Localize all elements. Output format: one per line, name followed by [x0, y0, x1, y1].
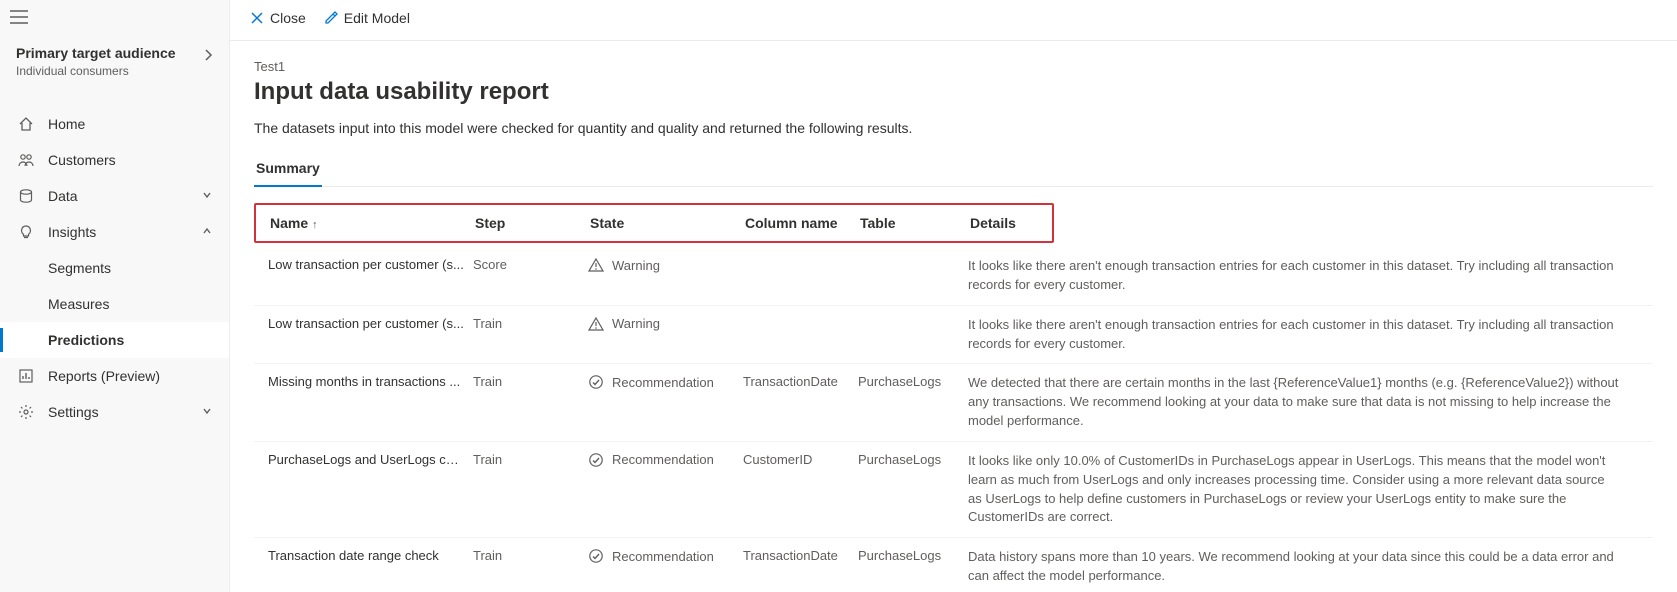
home-icon: [16, 116, 36, 132]
nav-reports-label: Reports (Preview): [48, 368, 160, 384]
toolbar: Close Edit Model: [230, 0, 1677, 41]
chevron-down-icon: [201, 188, 213, 204]
cell-column: CustomerID: [743, 452, 858, 467]
chevron-down-icon: [201, 404, 213, 420]
cell-step: Train: [473, 316, 588, 331]
sidebar: Primary target audience Individual consu…: [0, 0, 230, 592]
reports-icon: [16, 368, 36, 384]
cell-name: Transaction date range check: [268, 548, 473, 563]
gear-icon: [16, 404, 36, 420]
data-icon: [16, 188, 36, 204]
cell-step: Train: [473, 374, 588, 389]
col-header-column[interactable]: Column name: [745, 215, 860, 231]
breadcrumb: Test1: [254, 59, 1653, 74]
nav-predictions[interactable]: Predictions: [0, 322, 229, 358]
results-table-body: Low transaction per customer (s...ScoreW…: [254, 247, 1653, 592]
recommendation-icon: [588, 452, 604, 468]
cell-name: Low transaction per customer (s...: [268, 316, 473, 331]
nav-segments-label: Segments: [48, 260, 111, 276]
cell-details: Data history spans more than 10 years. W…: [968, 548, 1639, 586]
table-row[interactable]: Low transaction per customer (s...TrainW…: [254, 306, 1653, 365]
customers-icon: [16, 152, 36, 168]
warning-icon: [588, 257, 604, 273]
sort-asc-icon: ↑: [312, 219, 318, 231]
audience-subtitle: Individual consumers: [16, 64, 176, 78]
col-header-details[interactable]: Details: [970, 215, 1030, 231]
col-header-step[interactable]: Step: [475, 215, 590, 231]
col-header-state[interactable]: State: [590, 215, 745, 231]
tab-summary[interactable]: Summary: [254, 154, 322, 186]
cell-name: PurchaseLogs and UserLogs cus...: [268, 452, 473, 467]
hamburger-icon: [10, 10, 28, 24]
cell-name: Missing months in transactions ...: [268, 374, 473, 389]
nav-measures-label: Measures: [48, 296, 109, 312]
insights-icon: [16, 224, 36, 240]
cell-details: It looks like there aren't enough transa…: [968, 257, 1639, 295]
nav-reports[interactable]: Reports (Preview): [0, 358, 229, 394]
nav-measures[interactable]: Measures: [0, 286, 229, 322]
cell-state: Recommendation: [588, 548, 743, 564]
nav-customers[interactable]: Customers: [0, 142, 229, 178]
tab-summary-label: Summary: [256, 160, 320, 176]
edit-model-button[interactable]: Edit Model: [324, 10, 410, 26]
cell-step: Train: [473, 548, 588, 563]
page-title: Input data usability report: [254, 78, 1653, 106]
edit-icon: [324, 11, 338, 25]
cell-name: Low transaction per customer (s...: [268, 257, 473, 272]
audience-selector[interactable]: Primary target audience Individual consu…: [0, 30, 229, 88]
nav-predictions-label: Predictions: [48, 332, 124, 348]
cell-step: Score: [473, 257, 588, 272]
close-icon: [250, 11, 264, 25]
primary-nav: Home Customers Data: [0, 106, 229, 430]
nav-data[interactable]: Data: [0, 178, 229, 214]
nav-insights[interactable]: Insights: [0, 214, 229, 250]
table-row[interactable]: Transaction date range checkTrainRecomme…: [254, 538, 1653, 592]
nav-customers-label: Customers: [48, 152, 116, 168]
cell-state: Warning: [588, 316, 743, 332]
cell-details: It looks like there aren't enough transa…: [968, 316, 1639, 354]
nav-segments[interactable]: Segments: [0, 250, 229, 286]
cell-column: TransactionDate: [743, 374, 858, 389]
nav-home[interactable]: Home: [0, 106, 229, 142]
cell-details: It looks like only 10.0% of CustomerIDs …: [968, 452, 1639, 527]
table-row[interactable]: Low transaction per customer (s...ScoreW…: [254, 247, 1653, 306]
nav-home-label: Home: [48, 116, 85, 132]
cell-state: Warning: [588, 257, 743, 273]
cell-details: We detected that there are certain month…: [968, 374, 1639, 431]
table-row[interactable]: PurchaseLogs and UserLogs cus...TrainRec…: [254, 442, 1653, 538]
cell-state: Recommendation: [588, 374, 743, 390]
close-label: Close: [270, 10, 306, 26]
table-row[interactable]: Missing months in transactions ...TrainR…: [254, 364, 1653, 442]
tabs: Summary: [254, 154, 1653, 187]
cell-table: PurchaseLogs: [858, 548, 968, 563]
warning-icon: [588, 316, 604, 332]
page-description: The datasets input into this model were …: [254, 120, 1653, 136]
chevron-up-icon: [201, 224, 213, 240]
cell-state: Recommendation: [588, 452, 743, 468]
close-button[interactable]: Close: [250, 10, 306, 26]
nav-settings-label: Settings: [48, 404, 99, 420]
cell-table: PurchaseLogs: [858, 452, 968, 467]
edit-model-label: Edit Model: [344, 10, 410, 26]
main-content: Close Edit Model Test1 Input data usabil…: [230, 0, 1677, 592]
nav-insights-label: Insights: [48, 224, 96, 240]
nav-data-label: Data: [48, 188, 78, 204]
results-table-header: Name↑ Step State Column name Table Detai…: [254, 203, 1054, 243]
hamburger-menu[interactable]: [0, 4, 229, 30]
chevron-right-icon: [203, 48, 213, 65]
cell-column: TransactionDate: [743, 548, 858, 563]
col-header-name[interactable]: Name↑: [270, 215, 475, 231]
cell-step: Train: [473, 452, 588, 467]
nav-settings[interactable]: Settings: [0, 394, 229, 430]
recommendation-icon: [588, 374, 604, 390]
audience-title: Primary target audience: [16, 44, 176, 62]
recommendation-icon: [588, 548, 604, 564]
cell-table: PurchaseLogs: [858, 374, 968, 389]
col-header-table[interactable]: Table: [860, 215, 970, 231]
